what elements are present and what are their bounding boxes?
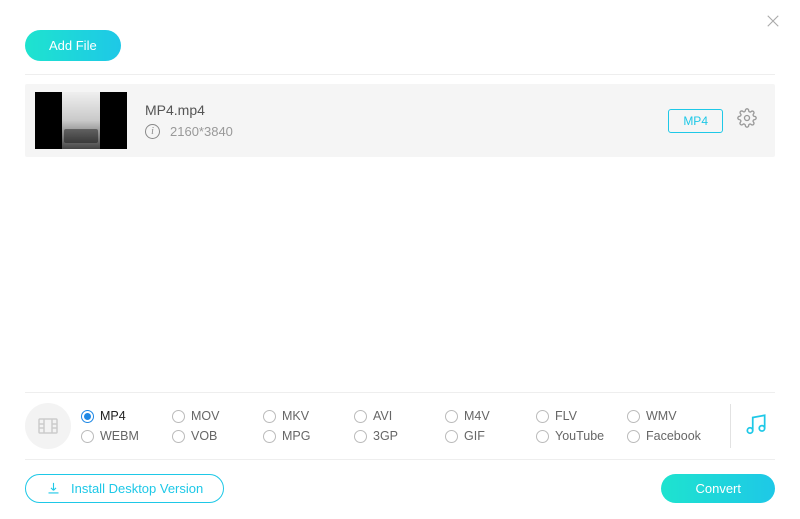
radio-icon bbox=[627, 410, 640, 423]
radio-icon bbox=[445, 430, 458, 443]
download-icon bbox=[46, 481, 61, 496]
format-option-3gp[interactable]: 3GP bbox=[354, 429, 445, 443]
format-option-facebook[interactable]: Facebook bbox=[627, 429, 718, 443]
format-label: WEBM bbox=[100, 429, 139, 443]
radio-icon bbox=[172, 410, 185, 423]
divider bbox=[730, 404, 731, 448]
radio-icon bbox=[263, 430, 276, 443]
add-file-button[interactable]: Add File bbox=[25, 30, 121, 61]
format-option-flv[interactable]: FLV bbox=[536, 409, 627, 423]
output-format-badge[interactable]: MP4 bbox=[668, 109, 723, 133]
info-icon[interactable]: i bbox=[145, 124, 160, 139]
close-icon[interactable] bbox=[764, 12, 782, 35]
format-option-m4v[interactable]: M4V bbox=[445, 409, 536, 423]
divider bbox=[25, 74, 775, 75]
format-label: MP4 bbox=[100, 409, 126, 423]
format-label: MOV bbox=[191, 409, 219, 423]
radio-icon bbox=[536, 410, 549, 423]
format-option-avi[interactable]: AVI bbox=[354, 409, 445, 423]
format-option-webm[interactable]: WEBM bbox=[81, 429, 172, 443]
format-label: FLV bbox=[555, 409, 577, 423]
file-name: MP4.mp4 bbox=[145, 102, 668, 118]
video-thumbnail bbox=[35, 92, 127, 149]
convert-button[interactable]: Convert bbox=[661, 474, 775, 503]
format-label: GIF bbox=[464, 429, 485, 443]
format-label: MKV bbox=[282, 409, 309, 423]
file-info: MP4.mp4 i 2160*3840 bbox=[145, 102, 668, 139]
format-label: AVI bbox=[373, 409, 392, 423]
radio-icon bbox=[81, 430, 94, 443]
radio-icon bbox=[627, 430, 640, 443]
format-option-mov[interactable]: MOV bbox=[172, 409, 263, 423]
video-category-icon[interactable] bbox=[25, 403, 71, 449]
install-label: Install Desktop Version bbox=[71, 481, 203, 496]
format-option-mkv[interactable]: MKV bbox=[263, 409, 354, 423]
format-label: YouTube bbox=[555, 429, 604, 443]
format-label: WMV bbox=[646, 409, 677, 423]
file-row: MP4.mp4 i 2160*3840 MP4 bbox=[25, 84, 775, 157]
radio-icon bbox=[445, 410, 458, 423]
format-option-gif[interactable]: GIF bbox=[445, 429, 536, 443]
format-option-mp4[interactable]: MP4 bbox=[81, 409, 172, 423]
radio-icon bbox=[536, 430, 549, 443]
radio-icon bbox=[354, 430, 367, 443]
format-option-wmv[interactable]: WMV bbox=[627, 409, 718, 423]
format-option-youtube[interactable]: YouTube bbox=[536, 429, 627, 443]
format-label: M4V bbox=[464, 409, 490, 423]
format-option-vob[interactable]: VOB bbox=[172, 429, 263, 443]
install-desktop-button[interactable]: Install Desktop Version bbox=[25, 474, 224, 503]
radio-icon bbox=[263, 410, 276, 423]
action-row: Install Desktop Version Convert bbox=[25, 459, 775, 519]
format-option-mpg[interactable]: MPG bbox=[263, 429, 354, 443]
radio-icon bbox=[172, 430, 185, 443]
radio-icon bbox=[354, 410, 367, 423]
file-resolution: 2160*3840 bbox=[170, 124, 233, 139]
radio-icon bbox=[81, 410, 94, 423]
audio-category-icon[interactable] bbox=[743, 411, 775, 442]
gear-icon[interactable] bbox=[737, 108, 757, 133]
format-label: MPG bbox=[282, 429, 310, 443]
format-label: 3GP bbox=[373, 429, 398, 443]
format-label: VOB bbox=[191, 429, 217, 443]
format-panel: MP4 MOV MKV AVI M4V FLV WMV WEBM VOB MPG 3GP GIF You… bbox=[25, 392, 775, 459]
format-label: Facebook bbox=[646, 429, 701, 443]
